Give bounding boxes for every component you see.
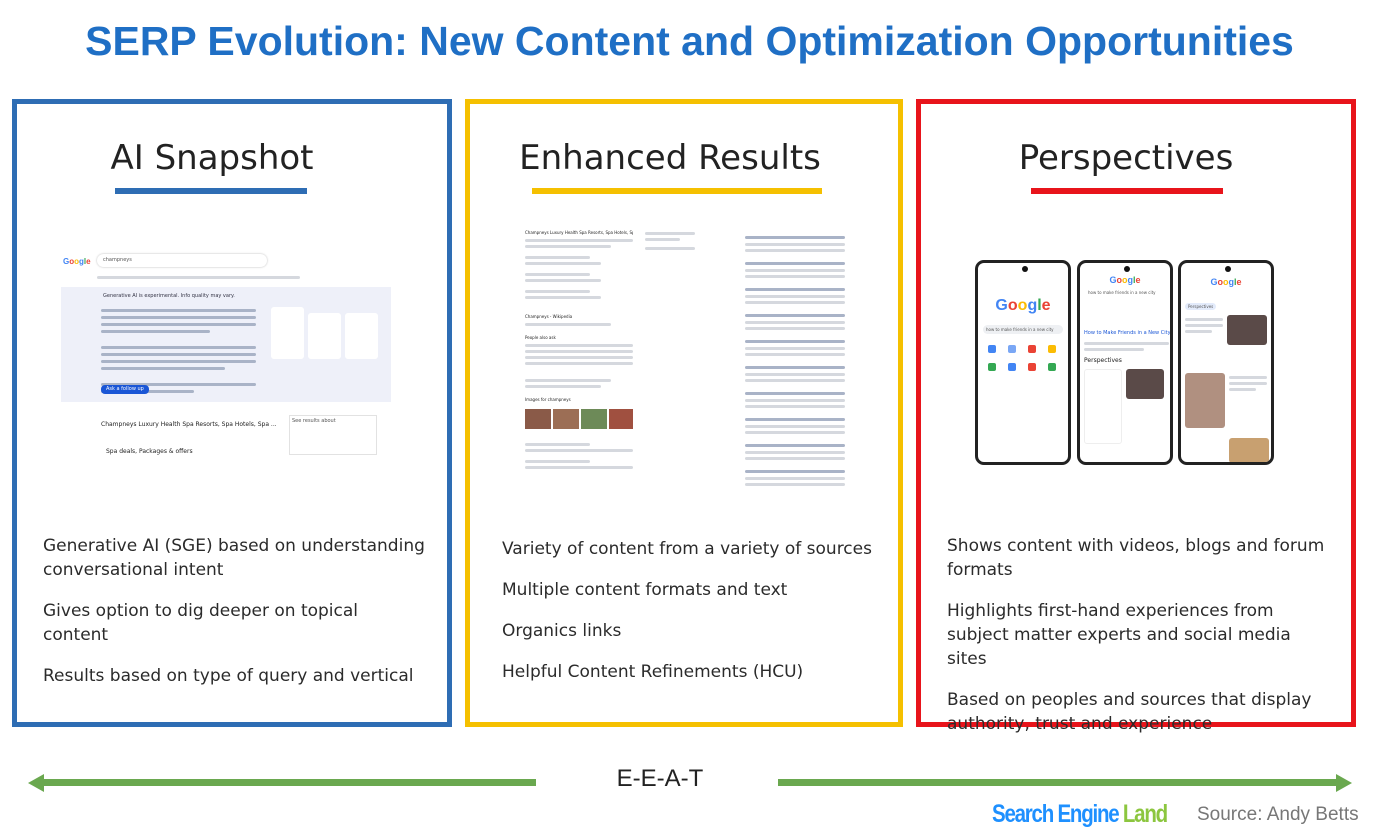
result-title[interactable]: How to Make Friends in a New City bbox=[1084, 330, 1170, 337]
bullet: Multiple content formats and text bbox=[502, 580, 788, 600]
google-logo: Google bbox=[995, 297, 1051, 314]
arrow-right-head-icon bbox=[1336, 774, 1352, 792]
heading-underline bbox=[115, 188, 307, 194]
panel-heading: Enhanced Results bbox=[519, 138, 821, 178]
search-box[interactable]: how to make friends in a new city bbox=[983, 325, 1063, 334]
source-credit: Source: Andy Betts bbox=[1197, 804, 1359, 825]
bullet: Based on peoples and sources that displa… bbox=[947, 690, 1312, 734]
bullet: Organics links bbox=[502, 621, 622, 641]
search-box[interactable]: champneys bbox=[97, 254, 267, 267]
bullet: Gives option to dig deeper on topical co… bbox=[43, 601, 359, 645]
phone-google-home: Google how to make friends in a new city bbox=[975, 260, 1071, 465]
bullet: Generative AI (SGE) based on understandi… bbox=[43, 536, 425, 580]
logo-part2: Land bbox=[1122, 800, 1168, 828]
enhanced-results-screenshot: Champneys Luxury Health Spa Resorts, Spa… bbox=[525, 224, 855, 494]
arrow-left-head-icon bbox=[28, 774, 44, 792]
bullet: Variety of content from a variety of sou… bbox=[502, 539, 872, 559]
panel-heading: Perspectives bbox=[1018, 138, 1234, 178]
heading-underline bbox=[532, 188, 822, 194]
bullet: Results based on type of query and verti… bbox=[43, 666, 414, 686]
wiki-result: Champneys - Wikipedia bbox=[525, 314, 573, 319]
panel-enhanced-results: Enhanced Results Champneys Luxury Health… bbox=[465, 99, 903, 727]
follow-up-button[interactable]: Ask a follow up bbox=[101, 385, 149, 394]
google-logo: Google bbox=[63, 257, 91, 266]
perspectives-section: Perspectives bbox=[1084, 357, 1122, 364]
people-also-ask: People also ask bbox=[525, 335, 556, 340]
sublink[interactable]: Spa deals, Packages & offers bbox=[106, 448, 193, 455]
search-engine-land-logo: Search Engine Land bbox=[992, 800, 1168, 829]
bullet: Shows content with videos, blogs and for… bbox=[947, 536, 1325, 580]
sge-label: Generative AI is experimental. Info qual… bbox=[103, 293, 235, 299]
panel-ai-snapshot: AI Snapshot Google champneys Generative … bbox=[12, 99, 452, 727]
bullet-list: Variety of content from a variety of sou… bbox=[502, 537, 878, 701]
result-title[interactable]: Champneys Luxury Health Spa Resorts, Spa… bbox=[101, 421, 277, 428]
see-results-about: See results about bbox=[289, 415, 377, 455]
phone-perspectives-results: Google how to make friends in a new city… bbox=[1077, 260, 1173, 465]
eeat-label: E-E-A-T bbox=[616, 765, 704, 792]
heading-underline bbox=[1031, 188, 1223, 194]
ai-snapshot-screenshot: Google champneys Generative AI is experi… bbox=[61, 249, 391, 464]
arrow-right-line bbox=[778, 779, 1338, 786]
perspectives-chip[interactable]: Perspectives bbox=[1185, 303, 1217, 310]
bullet-list: Generative AI (SGE) based on understandi… bbox=[43, 534, 427, 705]
page-title: SERP Evolution: New Content and Optimiza… bbox=[85, 18, 1294, 64]
phone-perspectives-filter: Google Perspectives bbox=[1178, 260, 1274, 465]
logo-part1: Search Engine bbox=[992, 800, 1120, 828]
bullet: Highlights first-hand experiences from s… bbox=[947, 601, 1291, 669]
images-label: Images for champneys bbox=[525, 397, 571, 402]
result-title: Champneys Luxury Health Spa Resorts, Spa… bbox=[525, 230, 633, 235]
arrow-left-line bbox=[40, 779, 536, 786]
bullet: Helpful Content Refinements (HCU) bbox=[502, 662, 804, 682]
sge-panel: Generative AI is experimental. Info qual… bbox=[61, 287, 391, 402]
panel-heading: AI Snapshot bbox=[110, 138, 314, 178]
bullet-list: Shows content with videos, blogs and for… bbox=[947, 534, 1331, 753]
